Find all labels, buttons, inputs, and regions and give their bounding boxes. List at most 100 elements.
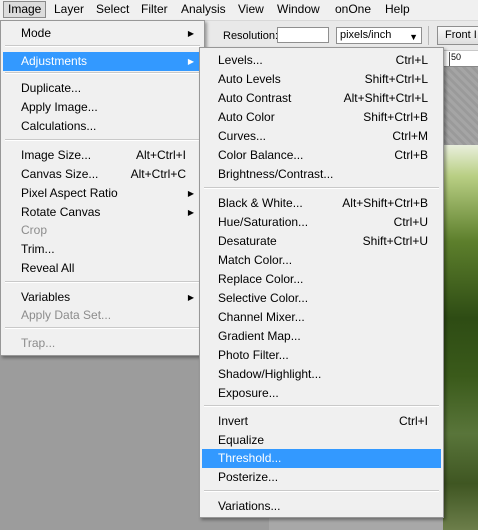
image-menu-item-calculations[interactable]: Calculations... (3, 117, 202, 136)
menu-item-label: Levels... (218, 53, 263, 67)
document-image[interactable] (443, 145, 478, 530)
adjustments-item-replace-color[interactable]: Replace Color... (202, 270, 441, 289)
menu-onone[interactable]: onOne (331, 1, 375, 18)
menu-item-label: Brightness/Contrast... (218, 167, 334, 181)
menu-separator (5, 281, 200, 283)
menu-separator (5, 72, 200, 74)
adjustments-item-black-white[interactable]: Black & White... Alt+Shift+Ctrl+B (202, 194, 441, 213)
menu-bar: Image Layer Select Filter Analysis View … (0, 0, 478, 21)
menu-item-label: Rotate Canvas (21, 205, 101, 219)
image-menu-item-trim[interactable]: Trim... (3, 240, 202, 259)
menu-item-label: Black & White... (218, 196, 303, 210)
menu-item-shortcut: Ctrl+M (392, 129, 428, 143)
menu-item-label: Auto Color (218, 110, 275, 124)
units-select-value: pixels/inch (340, 29, 392, 41)
menu-item-label: Variables (21, 290, 71, 304)
adjustments-item-invert[interactable]: Invert Ctrl+I (202, 412, 441, 431)
adjustments-item-auto-color[interactable]: Auto Color Shift+Ctrl+B (202, 108, 441, 127)
image-menu-item-apply-data-set: Apply Data Set... (3, 306, 202, 325)
adjustments-item-auto-levels[interactable]: Auto Levels Shift+Ctrl+L (202, 70, 441, 89)
menu-item-shortcut: Alt+Shift+Ctrl+B (342, 196, 428, 210)
image-menu-item-duplicate[interactable]: Duplicate... (3, 79, 202, 98)
menu-item-label: Trap... (21, 336, 56, 350)
adjustments-submenu: Levels... Ctrl+L Auto Levels Shift+Ctrl+L Au… (199, 47, 444, 518)
menu-item-shortcut: Ctrl+L (395, 53, 428, 67)
adjustments-item-photo-filter[interactable]: Photo Filter... (202, 346, 441, 365)
adjustments-item-exposure[interactable]: Exposure... (202, 384, 441, 403)
image-menu-item-pixel-aspect-ratio[interactable]: Pixel Aspect Ratio ▶ (3, 184, 202, 203)
menu-item-label: Adjustments (21, 54, 88, 68)
menu-item-label: Channel Mixer... (218, 310, 305, 324)
menu-item-shortcut: Shift+Ctrl+B (363, 110, 428, 124)
adjustments-item-shadow-highlight[interactable]: Shadow/Highlight... (202, 365, 441, 384)
menu-item-label: Reveal All (21, 261, 75, 275)
menu-item-label: Shadow/Highlight... (218, 367, 322, 381)
image-menu-item-variables[interactable]: Variables ▶ (3, 288, 202, 307)
adjustments-item-levels[interactable]: Levels... Ctrl+L (202, 51, 441, 70)
resolution-label: Resolution: (223, 30, 279, 42)
submenu-arrow-icon: ▶ (187, 208, 194, 217)
menu-item-label: Replace Color... (218, 272, 304, 286)
adjustments-item-threshold[interactable]: Threshold... (202, 449, 441, 468)
units-select[interactable]: pixels/inch ▼ (336, 27, 422, 44)
menu-filter[interactable]: Filter (137, 1, 172, 18)
menu-item-label: Posterize... (218, 470, 279, 484)
image-menu-item-rotate-canvas[interactable]: Rotate Canvas ▶ (3, 203, 202, 222)
menu-item-label: Exposure... (218, 386, 279, 400)
menu-item-label: Auto Contrast (218, 91, 292, 105)
menu-view[interactable]: View (234, 1, 268, 18)
menu-help[interactable]: Help (381, 1, 414, 18)
document-transparent-area (443, 66, 478, 146)
adjustments-item-posterize[interactable]: Posterize... (202, 468, 441, 487)
adjustments-item-desaturate[interactable]: Desaturate Shift+Ctrl+U (202, 232, 441, 251)
submenu-arrow-icon: ▶ (187, 189, 194, 198)
menu-item-label: Pixel Aspect Ratio (21, 186, 118, 200)
menu-item-label: Desaturate (218, 234, 277, 248)
image-menu-item-reveal-all[interactable]: Reveal All (3, 259, 202, 278)
menu-item-label: Match Color... (218, 253, 293, 267)
adjustments-item-curves[interactable]: Curves... Ctrl+M (202, 127, 441, 146)
image-menu-item-apply-image[interactable]: Apply Image... (3, 98, 202, 117)
submenu-arrow-icon: ▶ (187, 57, 194, 66)
front-image-button[interactable]: Front I (437, 26, 478, 45)
horizontal-ruler: 50 (443, 51, 478, 67)
chevron-down-icon: ▼ (409, 32, 418, 42)
adjustments-item-channel-mixer[interactable]: Channel Mixer... (202, 308, 441, 327)
image-menu-item-image-size[interactable]: Image Size... Alt+Ctrl+I (3, 146, 202, 165)
menu-item-label: Apply Image... (21, 100, 98, 114)
image-menu-item-adjustments[interactable]: Adjustments ▶ (3, 52, 202, 71)
image-menu-item-crop: Crop (3, 221, 202, 240)
image-menu-item-mode[interactable]: Mode ▶ (3, 24, 202, 43)
menu-item-label: Auto Levels (218, 72, 281, 86)
resolution-input[interactable] (277, 27, 329, 43)
menu-item-label: Selective Color... (218, 291, 309, 305)
menu-separator (5, 45, 200, 47)
menu-item-label: Canvas Size... (21, 167, 99, 181)
menu-select[interactable]: Select (92, 1, 133, 18)
menu-analysis[interactable]: Analysis (177, 1, 230, 18)
menu-image[interactable]: Image (3, 1, 47, 18)
menu-item-shortcut: Ctrl+B (394, 148, 428, 162)
menu-window[interactable]: Window (273, 1, 324, 18)
adjustments-item-brightness-contrast[interactable]: Brightness/Contrast... (202, 165, 441, 184)
adjustments-item-color-balance[interactable]: Color Balance... Ctrl+B (202, 146, 441, 165)
menu-separator (204, 490, 439, 492)
menu-layer[interactable]: Layer (50, 1, 88, 18)
adjustments-item-auto-contrast[interactable]: Auto Contrast Alt+Shift+Ctrl+L (202, 89, 441, 108)
menu-item-label: Duplicate... (21, 81, 82, 95)
toolbar-divider (428, 26, 429, 45)
menu-separator (204, 405, 439, 407)
adjustments-item-match-color[interactable]: Match Color... (202, 251, 441, 270)
image-menu-item-trap: Trap... (3, 334, 202, 353)
image-menu-item-canvas-size[interactable]: Canvas Size... Alt+Ctrl+C (3, 165, 202, 184)
adjustments-item-selective-color[interactable]: Selective Color... (202, 289, 441, 308)
menu-item-shortcut: Ctrl+U (393, 215, 428, 229)
adjustments-item-gradient-map[interactable]: Gradient Map... (202, 327, 441, 346)
adjustments-item-hue-saturation[interactable]: Hue/Saturation... Ctrl+U (202, 213, 441, 232)
adjustments-item-equalize[interactable]: Equalize (202, 431, 441, 450)
menu-item-shortcut: Alt+Ctrl+C (130, 167, 186, 181)
adjustments-item-variations[interactable]: Variations... (202, 497, 441, 516)
menu-separator (5, 327, 200, 329)
menu-item-label: Calculations... (21, 119, 97, 133)
menu-item-label: Mode (21, 26, 52, 40)
